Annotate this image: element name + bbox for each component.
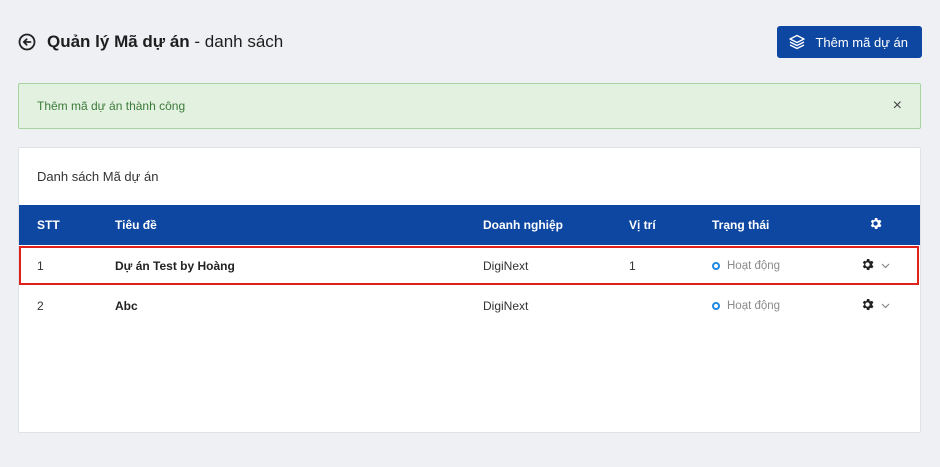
panel-title: Danh sách Mã dự án xyxy=(37,169,159,184)
table-row[interactable]: 1 Dự án Test by Hoàng DigiNext 1 Hoạt độ… xyxy=(19,246,920,286)
gear-icon xyxy=(860,297,875,315)
back-arrow-icon[interactable] xyxy=(18,33,36,51)
success-alert: Thêm mã dự án thành công × xyxy=(18,83,921,129)
row-actions xyxy=(855,246,895,286)
title-wrap: Quản lý Mã dự án - danh sách xyxy=(18,32,283,52)
table-header: STT Tiêu đề Doanh nghiệp Vị trí Trạng th… xyxy=(19,205,920,245)
column-header-actions xyxy=(855,205,895,245)
chevron-down-icon xyxy=(881,303,890,309)
row-actions-dropdown[interactable] xyxy=(860,257,890,275)
status-label: Hoạt động xyxy=(727,260,781,272)
row-actions xyxy=(855,286,895,326)
status-label: Hoạt động xyxy=(727,300,781,312)
chevron-down-icon xyxy=(881,263,890,269)
page-title-suffix: - danh sách xyxy=(189,32,284,51)
row-company: DigiNext xyxy=(483,299,529,313)
row-stt: 1 xyxy=(37,259,44,273)
close-icon[interactable]: × xyxy=(893,98,902,114)
layers-icon xyxy=(789,34,806,50)
row-position: 1 xyxy=(629,259,636,273)
add-project-code-label: Thêm mã dự án xyxy=(815,34,908,50)
column-header-company: Doanh nghiệp xyxy=(483,218,563,232)
column-header-stt: STT xyxy=(37,218,60,232)
column-header-status: Trạng thái xyxy=(712,218,770,232)
status-dot-icon xyxy=(712,302,720,310)
page-title: Quản lý Mã dự án - danh sách xyxy=(47,32,283,52)
add-project-code-button[interactable]: Thêm mã dự án xyxy=(777,26,922,58)
gear-icon xyxy=(860,257,875,275)
page-title-main: Quản lý Mã dự án xyxy=(47,32,190,51)
row-company: DigiNext xyxy=(483,259,529,273)
status-dot-icon xyxy=(712,262,720,270)
row-status: Hoạt động xyxy=(712,246,780,286)
page-header: Quản lý Mã dự án - danh sách Thêm mã dự … xyxy=(18,25,922,59)
row-title: Abc xyxy=(115,299,138,313)
row-stt: 2 xyxy=(37,299,44,313)
row-title: Dự án Test by Hoàng xyxy=(115,259,235,273)
column-header-position: Vị trí xyxy=(629,218,656,232)
gear-icon xyxy=(868,216,883,234)
row-status: Hoạt động xyxy=(712,286,780,326)
table-row[interactable]: 2 Abc DigiNext Hoạt động xyxy=(19,286,920,326)
project-code-list-panel: Danh sách Mã dự án STT Tiêu đề Doanh ngh… xyxy=(18,147,921,433)
column-header-title: Tiêu đề xyxy=(115,218,157,232)
row-actions-dropdown[interactable] xyxy=(860,297,890,315)
alert-message: Thêm mã dự án thành công xyxy=(37,99,186,113)
